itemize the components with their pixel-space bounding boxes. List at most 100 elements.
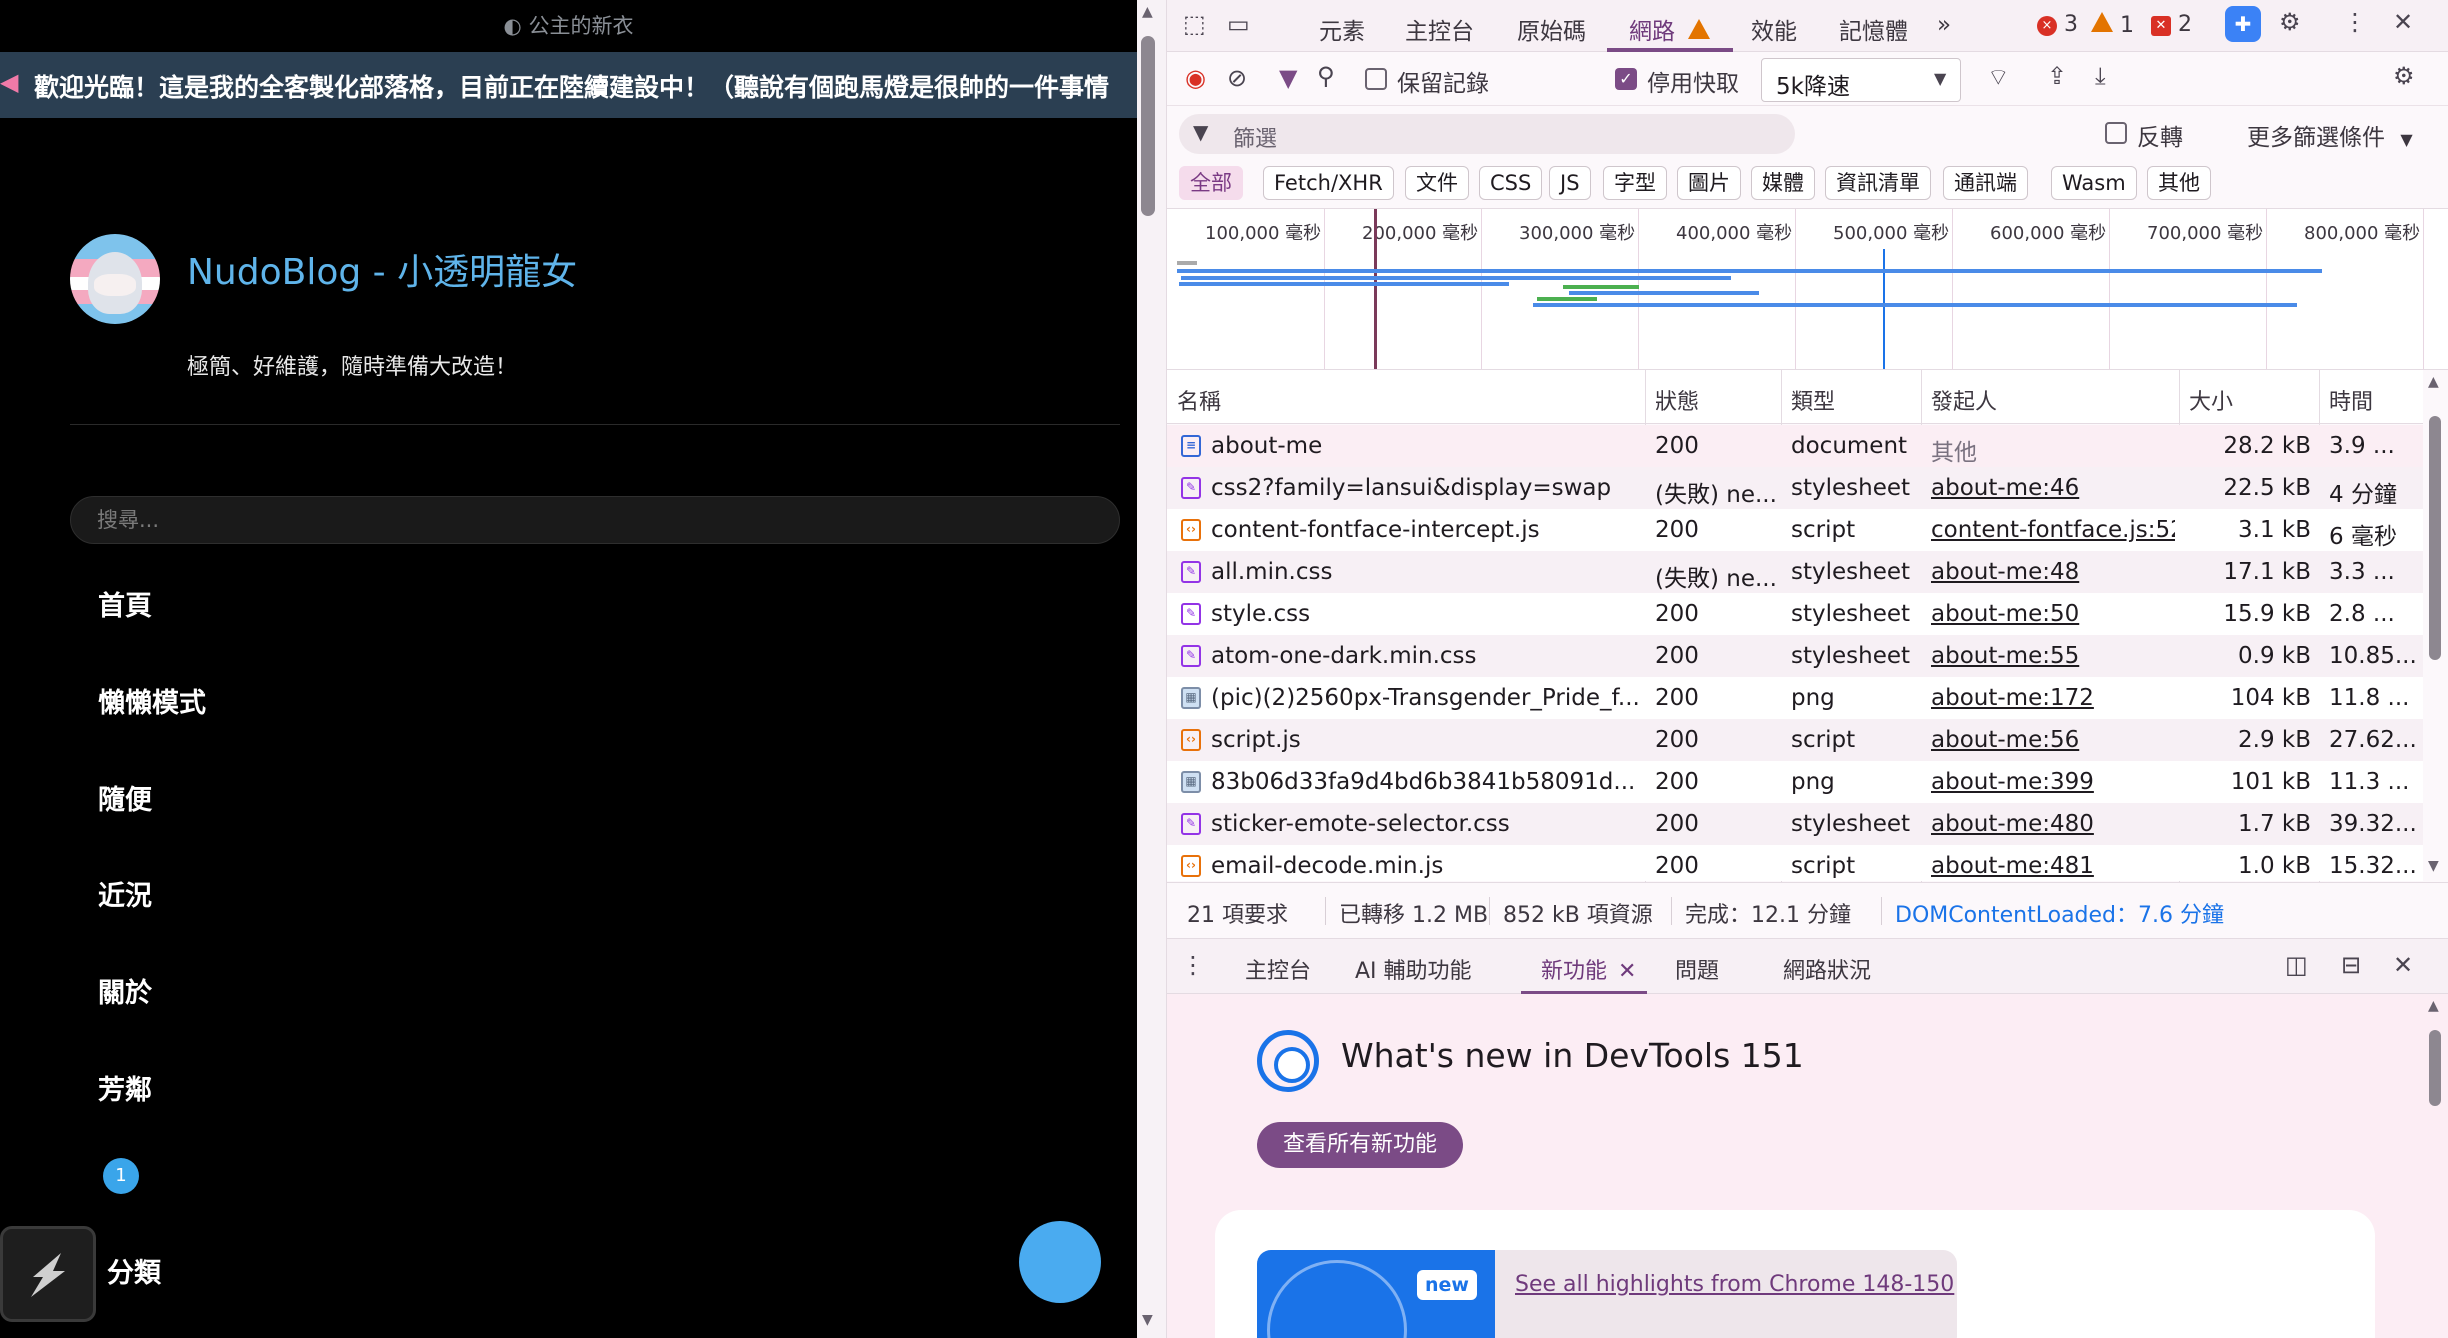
table-row[interactable]: ▦ (pic)(2)2560px-Transgender_Pride_f... 20… xyxy=(1167,677,2423,719)
close-devtools-icon[interactable]: ✕ xyxy=(2393,8,2413,36)
inspect-element-icon[interactable]: ⬚ xyxy=(1183,10,1206,38)
tab-network[interactable]: 網路 xyxy=(1629,12,1711,46)
nav-item-status[interactable]: 近況 xyxy=(98,874,152,913)
table-row[interactable]: ‹› content-fontface-intercept.js 200 script… xyxy=(1167,509,2423,551)
filter-js[interactable]: JS xyxy=(1549,166,1591,200)
table-row[interactable]: ✎ style.css 200 stylesheet about-me:50 15.9 k… xyxy=(1167,593,2423,635)
invert-checkbox[interactable] xyxy=(2105,122,2127,144)
table-row[interactable]: ‹› email-decode.min.js 200 script about-me:4… xyxy=(1167,845,2423,881)
issues-counter[interactable]: ✕ 2 xyxy=(2151,12,2192,37)
nav-item-about[interactable]: 關於 xyxy=(98,971,152,1010)
request-initiator[interactable]: about-me:481 xyxy=(1931,853,2175,879)
nav-item-lazy-mode[interactable]: 懶懶模式 xyxy=(98,681,206,720)
extension-logo-button[interactable] xyxy=(0,1226,96,1322)
scroll-up-icon[interactable]: ▲ xyxy=(2428,374,2439,390)
more-tabs-icon[interactable]: » xyxy=(1937,12,1951,38)
network-conditions-icon[interactable]: ⌔ xyxy=(1987,62,2010,92)
table-scrollbar[interactable]: ▲ ▼ xyxy=(2423,370,2448,882)
table-row[interactable]: ✎ atom-one-dark.min.css 200 stylesheet about… xyxy=(1167,635,2423,677)
network-overview-timeline[interactable]: 100,000 毫秒 200,000 毫秒 300,000 毫秒 400,000… xyxy=(1167,208,2448,370)
drawer-tab-network-conditions[interactable]: 網路狀況 xyxy=(1783,953,1871,985)
preserve-log-checkbox[interactable] xyxy=(1365,68,1387,90)
table-row[interactable]: ▦ 83b06d33fa9d4bd6b3841b58091d... 200 png ab… xyxy=(1167,761,2423,803)
filter-doc[interactable]: 文件 xyxy=(1405,166,1469,200)
page-scrollbar[interactable]: ▲ ▼ xyxy=(1137,0,1167,1338)
request-initiator[interactable]: content-fontface.js:52 xyxy=(1931,517,2175,543)
request-initiator[interactable]: about-me:480 xyxy=(1931,811,2175,837)
filter-fetch-xhr[interactable]: Fetch/XHR xyxy=(1263,166,1394,200)
table-row[interactable]: ‹› script.js 200 script about-me:56 2.9 kB 27.… xyxy=(1167,719,2423,761)
filter-other[interactable]: 其他 xyxy=(2147,166,2211,200)
page-scroll-thumb[interactable] xyxy=(1141,36,1155,216)
tab-sources[interactable]: 原始碼 xyxy=(1517,12,1586,46)
request-initiator[interactable]: about-me:56 xyxy=(1931,727,2175,753)
whats-new-scroll-thumb[interactable] xyxy=(2429,1030,2441,1106)
drawer-tab-ai-assistance[interactable]: AI 輔助功能 xyxy=(1355,953,1472,985)
filter-ws[interactable]: 通訊端 xyxy=(1943,166,2028,200)
site-title[interactable]: NudoBlog - 小透明龍女 xyxy=(187,243,577,295)
avatar[interactable] xyxy=(70,234,160,324)
table-row[interactable]: ✎ all.min.css (失敗) ne... stylesheet about-me… xyxy=(1167,551,2423,593)
import-har-icon[interactable]: ⇪ xyxy=(2047,62,2067,90)
clear-icon[interactable]: ⊘ xyxy=(1227,64,1247,92)
highlights-link[interactable]: See all highlights from Chrome 148-150 xyxy=(1515,1272,1954,1297)
see-all-features-button[interactable]: 查看所有新功能 xyxy=(1257,1122,1464,1168)
nav-item-random[interactable]: 隨便 xyxy=(98,778,152,817)
device-toolbar-icon[interactable]: ▭ xyxy=(1227,10,1250,38)
request-initiator[interactable]: about-me:172 xyxy=(1931,685,2175,711)
nav-item-home[interactable]: 首頁 xyxy=(98,584,152,623)
more-filters-dropdown[interactable]: 更多篩選條件 ▼ xyxy=(2247,118,2413,152)
drawer-tab-issues[interactable]: 問題 xyxy=(1675,953,1719,985)
table-row[interactable]: ✎ sticker-emote-selector.css 200 stylesheet… xyxy=(1167,803,2423,845)
search-input[interactable]: 搜尋... xyxy=(70,496,1120,544)
scroll-up-icon[interactable]: ▲ xyxy=(2428,998,2439,1014)
record-stop-icon[interactable]: ◉ xyxy=(1185,64,1206,92)
filter-css[interactable]: CSS xyxy=(1479,166,1543,200)
disable-cache-checkbox[interactable]: ✓ xyxy=(1615,68,1637,90)
ai-assistance-icon[interactable]: ✚ xyxy=(2225,6,2261,42)
table-row[interactable]: ≡ about-me 200 document 其他 28.2 kB 3.9 ... xyxy=(1167,425,2423,467)
column-initiator[interactable]: 發起人 xyxy=(1931,384,1997,416)
column-name[interactable]: 名稱 xyxy=(1177,384,1221,416)
close-tab-icon[interactable]: ✕ xyxy=(1618,959,1636,984)
filter-input[interactable]: ▼ 篩選 xyxy=(1179,114,1795,154)
table-scroll-thumb[interactable] xyxy=(2429,416,2441,660)
column-status[interactable]: 狀態 xyxy=(1655,384,1699,416)
tab-memory[interactable]: 記憶體 xyxy=(1839,12,1908,46)
search-icon[interactable]: ⚲ xyxy=(1317,62,1335,90)
scroll-down-icon[interactable]: ▼ xyxy=(2428,858,2439,874)
export-har-icon[interactable]: ⤓ xyxy=(2095,62,2106,90)
request-initiator[interactable]: about-me:46 xyxy=(1931,475,2175,501)
nav-item-category[interactable]: 分類 xyxy=(107,1251,161,1290)
column-time[interactable]: 時間 xyxy=(2329,384,2373,416)
whats-new-scrollbar[interactable]: ▲ xyxy=(2423,994,2448,1338)
request-initiator[interactable]: about-me:48 xyxy=(1931,559,2175,585)
filter-font[interactable]: 字型 xyxy=(1603,166,1667,200)
tab-elements[interactable]: 元素 xyxy=(1319,12,1365,46)
network-settings-gear-icon[interactable]: ⚙ xyxy=(2393,62,2415,90)
column-size[interactable]: 大小 xyxy=(2189,384,2233,416)
request-initiator[interactable]: about-me:50 xyxy=(1931,601,2175,627)
filter-wasm[interactable]: Wasm xyxy=(2051,166,2137,200)
close-drawer-icon[interactable]: ✕ xyxy=(2393,951,2413,979)
nav-item-neighbors[interactable]: 芳鄰 xyxy=(98,1068,152,1107)
column-type[interactable]: 類型 xyxy=(1791,384,1835,416)
filter-img[interactable]: 圖片 xyxy=(1677,166,1741,200)
drawer-tab-console[interactable]: 主控台 xyxy=(1245,953,1311,985)
scroll-down-icon[interactable]: ▼ xyxy=(1142,1312,1153,1328)
filter-all[interactable]: 全部 xyxy=(1179,166,1243,200)
dock-bottom-icon[interactable]: ⊟ xyxy=(2341,951,2361,979)
settings-gear-icon[interactable]: ⚙ xyxy=(2279,8,2301,36)
filter-funnel-icon[interactable]: ▼ xyxy=(1279,64,1297,92)
more-options-icon[interactable]: ⋮ xyxy=(2343,8,2367,36)
tab-performance[interactable]: 效能 xyxy=(1751,12,1797,46)
tab-console[interactable]: 主控台 xyxy=(1405,12,1474,46)
throttle-select[interactable]: 5k降速 ▼ xyxy=(1761,58,1961,102)
request-initiator[interactable]: about-me:399 xyxy=(1931,769,2175,795)
warning-counter[interactable]: 1 xyxy=(2091,12,2134,38)
table-row[interactable]: ✎ css2?family=lansui&display=swap (失敗) ne.… xyxy=(1167,467,2423,509)
drawer-tab-whats-new[interactable]: 新功能 ✕ xyxy=(1541,953,1636,985)
scroll-up-icon[interactable]: ▲ xyxy=(1142,4,1153,20)
drawer-more-icon[interactable]: ⋮ xyxy=(1181,951,1205,979)
floating-action-button[interactable] xyxy=(1019,1221,1101,1303)
